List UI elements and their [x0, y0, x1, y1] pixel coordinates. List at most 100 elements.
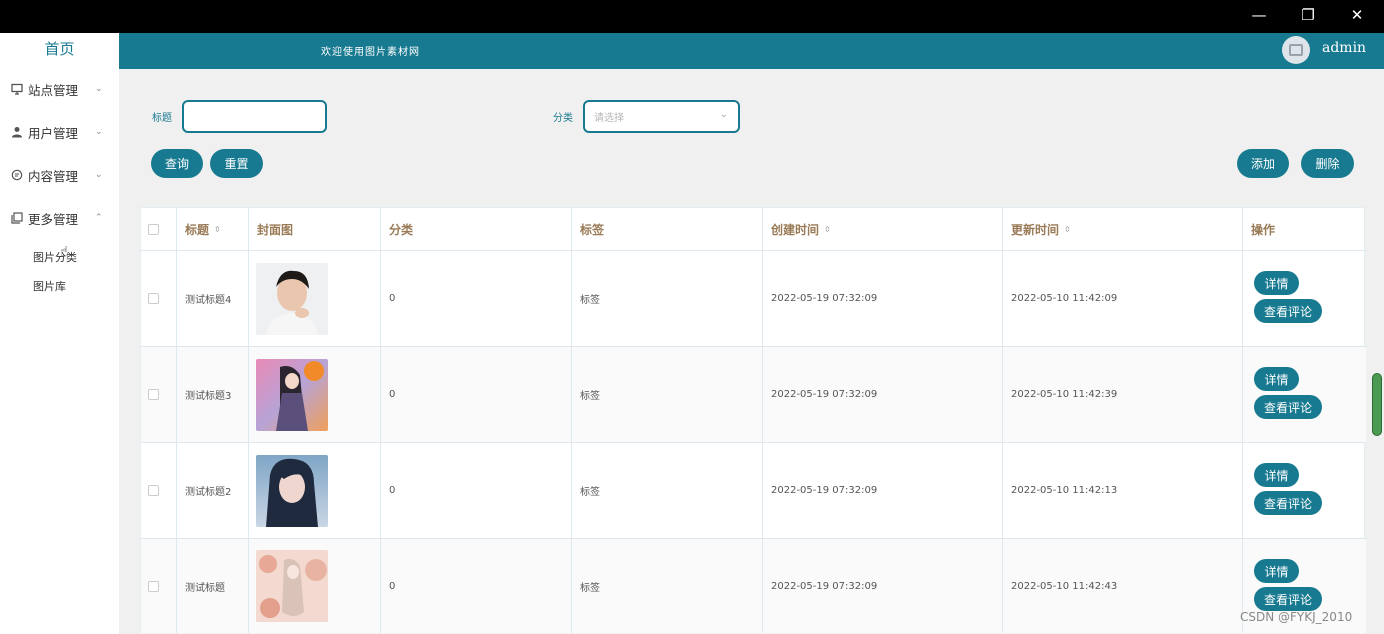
sidebar-item-content[interactable]: 内容管理 ⌄: [0, 160, 119, 190]
sidebar-item-site[interactable]: 站点管理 ⌄: [0, 74, 119, 104]
user-icon: [10, 126, 23, 139]
row-tag: 标签: [572, 443, 763, 538]
table-row: 测试标题4 0 标签 2022-05-19 07:32:09 2022-05-1…: [141, 251, 1366, 347]
row-title: 测试标题3: [177, 347, 249, 442]
header-title[interactable]: 标题 ⇳: [177, 208, 249, 250]
header-actions-label: 操作: [1251, 222, 1276, 237]
detail-button[interactable]: 详情: [1254, 463, 1299, 487]
row-tag: 标签: [572, 539, 763, 633]
row-tag: 标签: [572, 251, 763, 346]
sidebar-item-more[interactable]: 更多管理 ⌃: [0, 203, 119, 233]
sort-icon[interactable]: ⇳: [1064, 225, 1071, 234]
sidebar-item-users[interactable]: 用户管理 ⌄: [0, 117, 119, 147]
row-tag: 标签: [572, 347, 763, 442]
category-select-placeholder: 请选择: [594, 113, 624, 124]
row-select-cell: [141, 539, 177, 633]
row-cover-cell: [249, 443, 381, 538]
sidebar-home[interactable]: 首页: [0, 33, 119, 63]
detail-button[interactable]: 详情: [1254, 559, 1299, 583]
chat-icon: [10, 169, 23, 182]
detail-button[interactable]: 详情: [1254, 271, 1299, 295]
sidebar-subitem-library[interactable]: 图片库: [33, 278, 66, 294]
row-checkbox[interactable]: [148, 485, 159, 496]
row-updated: 2022-05-10 11:42:13: [1003, 443, 1243, 538]
view-comments-button[interactable]: 查看评论: [1254, 587, 1322, 611]
row-category: 0: [381, 251, 572, 346]
header-category-label: 分类: [389, 222, 414, 237]
header-category: 分类: [381, 208, 572, 250]
select-all-checkbox[interactable]: [148, 223, 159, 235]
sidebar-item-label: 用户管理: [28, 125, 79, 141]
row-title: 测试标题: [177, 539, 249, 633]
header-title-label: 标题: [185, 222, 210, 237]
sort-icon[interactable]: ⇳: [824, 225, 831, 234]
row-actions: 详情 查看评论: [1243, 443, 1366, 538]
delete-button[interactable]: 删除: [1301, 149, 1354, 178]
header-cover: 封面图: [249, 208, 381, 250]
view-comments-button[interactable]: 查看评论: [1254, 395, 1322, 419]
table-row: 测试标题3 0 标签 2022-05-19 07:32:09 2022-05-1…: [141, 347, 1366, 443]
row-updated: 2022-05-10 11:42:43: [1003, 539, 1243, 633]
window-titlebar: — ❐ ✕: [0, 0, 1384, 33]
row-updated: 2022-05-10 11:42:09: [1003, 251, 1243, 346]
view-comments-button[interactable]: 查看评论: [1254, 491, 1322, 515]
row-select-cell: [141, 251, 177, 346]
sidebar-item-label: 更多管理: [28, 211, 79, 227]
sort-icon[interactable]: ⇳: [214, 225, 221, 234]
avatar[interactable]: [1282, 36, 1310, 64]
query-button[interactable]: 查询: [151, 149, 203, 178]
row-actions: 详情 查看评论: [1243, 251, 1366, 346]
restore-icon[interactable]: ❐: [1285, 0, 1331, 30]
cover-image-blossom[interactable]: [256, 550, 328, 622]
row-created: 2022-05-19 07:32:09: [763, 539, 1003, 633]
vertical-scrollbar[interactable]: [1372, 373, 1382, 436]
row-checkbox[interactable]: [148, 580, 159, 592]
category-select[interactable]: 请选择 ⌄: [583, 100, 740, 133]
row-created: 2022-05-19 07:32:09: [763, 347, 1003, 442]
sidebar-item-label: 站点管理: [28, 82, 79, 98]
row-actions: 详情 查看评论: [1243, 347, 1366, 442]
table-header-row: 标题 ⇳ 封面图 分类 标签 创建时间 ⇳ 更新时间 ⇳ 操作: [141, 208, 1366, 251]
reset-button[interactable]: 重置: [210, 149, 263, 178]
cover-image-portrait-woman[interactable]: [256, 454, 328, 527]
row-category: 0: [381, 347, 572, 442]
cover-image-portrait[interactable]: [256, 262, 328, 335]
row-select-cell: [141, 347, 177, 442]
table-row: 测试标题2 0 标签 2022-05-19 07:32:09 2022-05-1…: [141, 443, 1366, 539]
username[interactable]: admin: [1322, 40, 1366, 56]
row-created: 2022-05-19 07:32:09: [763, 251, 1003, 346]
sidebar: 首页 站点管理 ⌄ 用户管理 ⌄ 内容管理 ⌄ 更多管理 ⌃ 图片分类 图片库: [0, 33, 119, 634]
header-created-label: 创建时间: [771, 222, 820, 237]
data-table: 标题 ⇳ 封面图 分类 标签 创建时间 ⇳ 更新时间 ⇳ 操作 测试标题4 0 标签 …: [140, 207, 1366, 633]
top-header: 欢迎使用图片素材网 admin: [119, 33, 1384, 69]
row-updated: 2022-05-10 11:42:39: [1003, 347, 1243, 442]
view-comments-button[interactable]: 查看评论: [1254, 299, 1322, 323]
copy-icon: [10, 212, 23, 225]
table-row: 测试标题 0 标签 2022-05-19 07:32:09 2022-05-10…: [141, 539, 1366, 633]
detail-button[interactable]: 详情: [1254, 367, 1299, 391]
add-button[interactable]: 添加: [1237, 149, 1289, 178]
header-created[interactable]: 创建时间 ⇳: [763, 208, 1003, 250]
sidebar-item-label: 内容管理: [28, 168, 79, 184]
chevron-up-icon: ⌃: [95, 213, 103, 223]
row-checkbox[interactable]: [148, 293, 159, 304]
title-input[interactable]: [182, 100, 327, 133]
row-checkbox[interactable]: [148, 389, 159, 400]
row-title: 测试标题2: [177, 443, 249, 538]
sidebar-subitem-category[interactable]: 图片分类: [33, 249, 77, 265]
cover-image-anime[interactable]: [256, 358, 328, 431]
header-tag-label: 标签: [580, 222, 605, 237]
row-cover-cell: [249, 539, 381, 633]
row-cover-cell: [249, 347, 381, 442]
header-select-cell: [141, 208, 177, 250]
welcome-text: 欢迎使用图片素材网: [321, 47, 420, 58]
row-created: 2022-05-19 07:32:09: [763, 443, 1003, 538]
header-cover-label: 封面图: [257, 222, 294, 237]
chevron-down-icon: ⌄: [95, 127, 103, 137]
row-category: 0: [381, 539, 572, 633]
image-icon: [1289, 44, 1303, 56]
close-icon[interactable]: ✕: [1334, 0, 1380, 30]
header-updated[interactable]: 更新时间 ⇳: [1003, 208, 1243, 250]
hand-cursor-icon: ☝: [60, 244, 69, 260]
minimize-icon[interactable]: —: [1236, 0, 1282, 30]
